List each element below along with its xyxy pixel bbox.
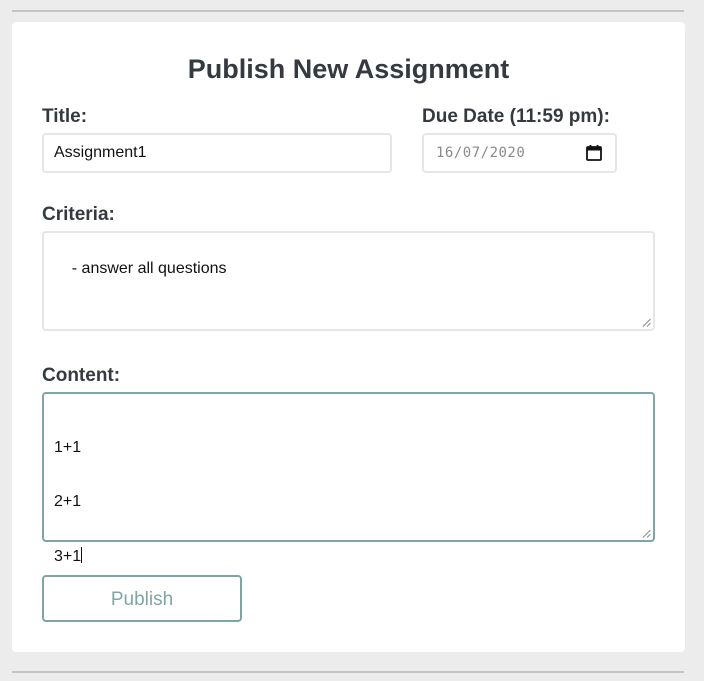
- content-line: 2+1: [54, 493, 82, 510]
- title-label: Title:: [42, 106, 88, 127]
- content-textarea[interactable]: 1+1 2+1 3+1: [42, 392, 655, 565]
- content-line: 1+1: [54, 439, 82, 456]
- due-date-label: Due Date (11:59 pm):: [422, 106, 610, 127]
- criteria-textarea[interactable]: - answer all questions: [42, 231, 655, 331]
- resize-grip-icon[interactable]: [642, 529, 651, 538]
- publish-button[interactable]: Publish: [42, 575, 242, 622]
- due-date-value: 16/07/2020: [436, 145, 526, 161]
- publish-assignment-form: Publish New Assignment Title: Due Date (…: [12, 22, 685, 652]
- due-date-input[interactable]: 16/07/2020: [422, 133, 617, 173]
- resize-grip-icon[interactable]: [642, 318, 651, 327]
- content-label: Content:: [42, 365, 121, 386]
- top-divider: [12, 10, 684, 12]
- title-input[interactable]: [42, 133, 392, 173]
- bottom-divider: [12, 671, 684, 673]
- form-heading: Publish New Assignment: [187, 54, 510, 84]
- calendar-icon[interactable]: [585, 144, 603, 162]
- criteria-text: - answer all questions: [71, 260, 227, 277]
- text-cursor: [81, 547, 83, 563]
- content-line: 3+1: [54, 548, 82, 565]
- criteria-label: Criteria:: [42, 204, 115, 225]
